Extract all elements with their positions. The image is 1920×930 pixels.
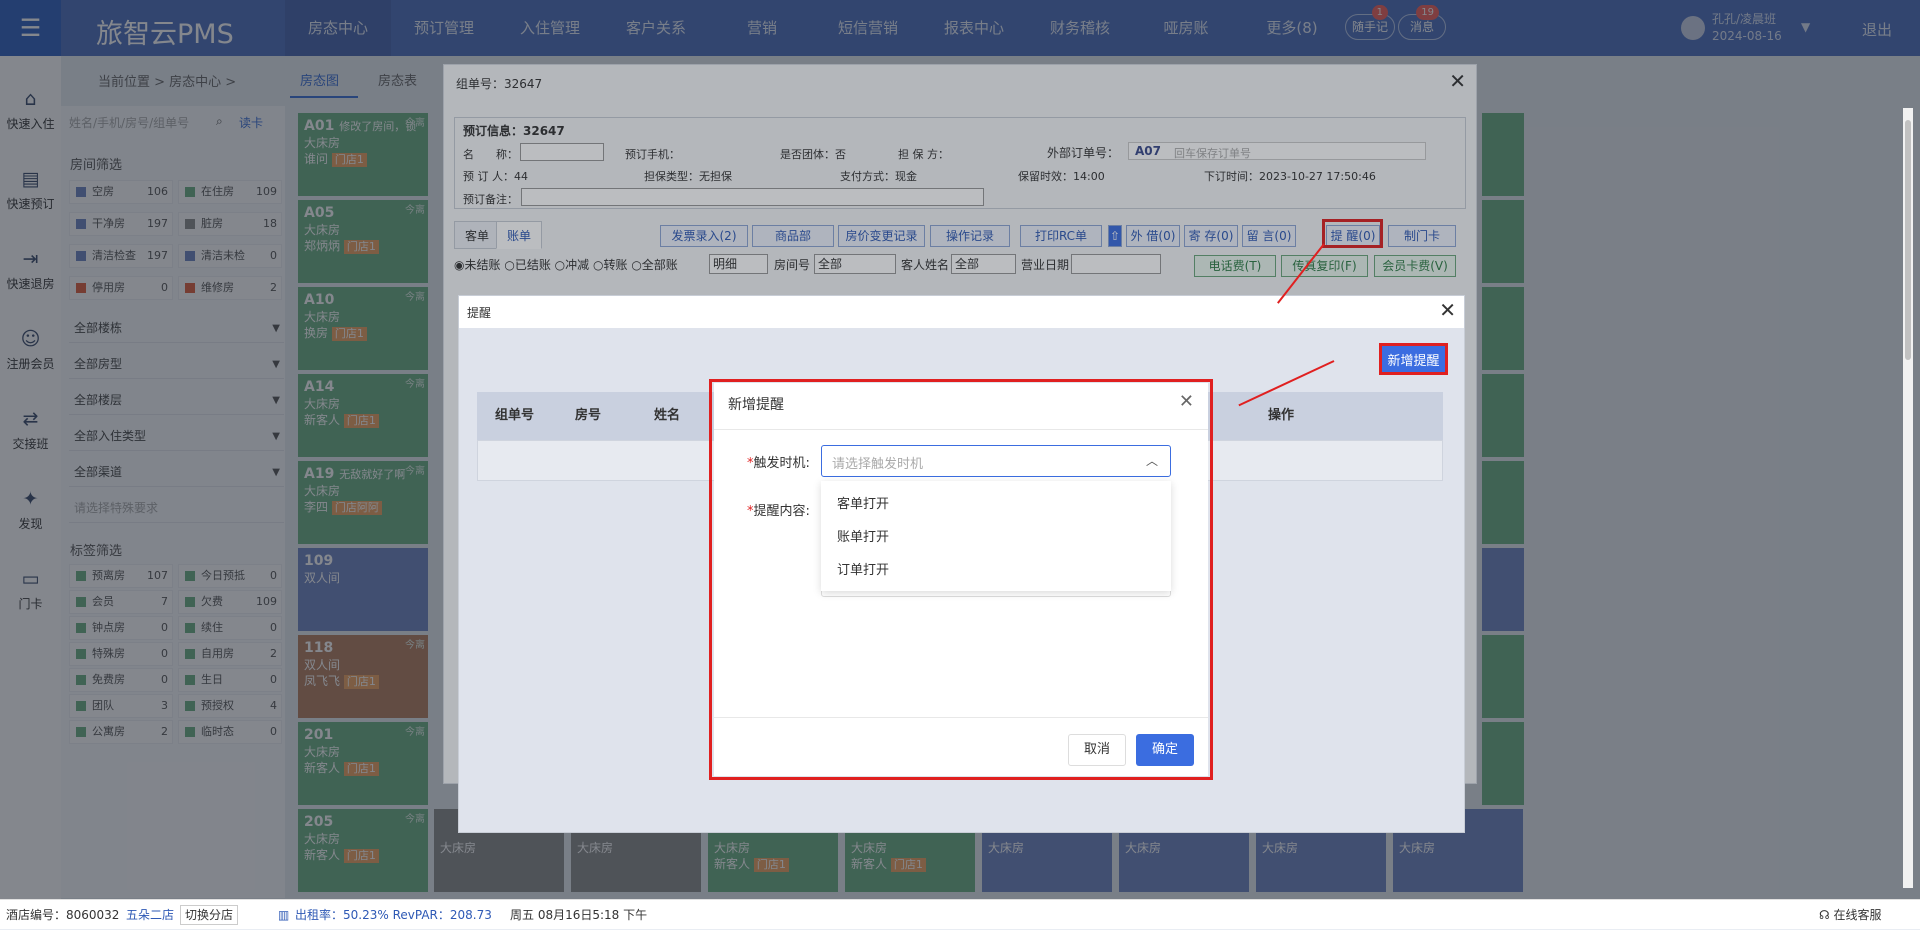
trigger-select[interactable]: 请选择触发时机 ︿: [821, 445, 1171, 477]
close-icon[interactable]: ✕: [1179, 391, 1194, 412]
switch-store-button[interactable]: 切换分店: [180, 905, 239, 925]
occupancy-icon: ▥: [278, 908, 290, 922]
online-service-button[interactable]: ☊ 在线客服: [1819, 900, 1882, 930]
hotel-number: 酒店编号：8060032: [6, 908, 120, 922]
divider: [714, 429, 1208, 430]
option-account-open[interactable]: 账单打开: [837, 526, 889, 545]
headset-icon: ☊: [1819, 908, 1830, 922]
divider: [714, 717, 1208, 718]
content-label: *提醒内容:: [747, 500, 810, 519]
trigger-dropdown-menu: 客单打开 账单打开 订单打开: [821, 481, 1171, 591]
scrollbar-thumb[interactable]: [1905, 120, 1911, 360]
option-order-open[interactable]: 订单打开: [837, 559, 889, 578]
trigger-label: *触发时机:: [747, 452, 810, 471]
column-header: 组单号: [495, 408, 535, 423]
option-guest-bill-open[interactable]: 客单打开: [837, 493, 889, 512]
column-header: 操作: [1268, 408, 1295, 423]
column-header: 姓名: [654, 408, 681, 423]
chevron-up-icon: ︿: [1145, 454, 1158, 468]
status-bar: 酒店编号：8060032 五朵二店 切换分店 ▥ 出租率：50.23% RevP…: [0, 899, 1920, 929]
column-header: 房号: [575, 408, 602, 423]
remind-dialog-header: 提醒 ✕: [459, 296, 1464, 328]
add-remind-button[interactable]: 新增提醒: [1379, 343, 1448, 375]
cancel-button[interactable]: 取消: [1068, 734, 1126, 766]
current-datetime: 周五 08月16日5:18 下午: [510, 908, 648, 922]
confirm-button[interactable]: 确定: [1136, 734, 1194, 766]
modal-title: 新增提醒: [728, 397, 784, 413]
trigger-placeholder: 请选择触发时机: [832, 457, 924, 472]
trigger-label-text: 触发时机:: [753, 456, 810, 471]
occupancy-stats: 出租率：50.23% RevPAR：208.73: [295, 908, 492, 922]
remind-dialog-title: 提醒: [467, 306, 492, 320]
online-service-label: 在线客服: [1833, 908, 1882, 922]
store-name[interactable]: 五朵二店: [126, 900, 174, 930]
content-label-text: 提醒内容:: [753, 504, 810, 519]
new-remind-modal: 新增提醒 ✕ *触发时机: *提醒内容: 请选择触发时机 ︿ 客单打开 账单打开…: [714, 383, 1208, 776]
close-icon[interactable]: ✕: [1439, 298, 1456, 322]
